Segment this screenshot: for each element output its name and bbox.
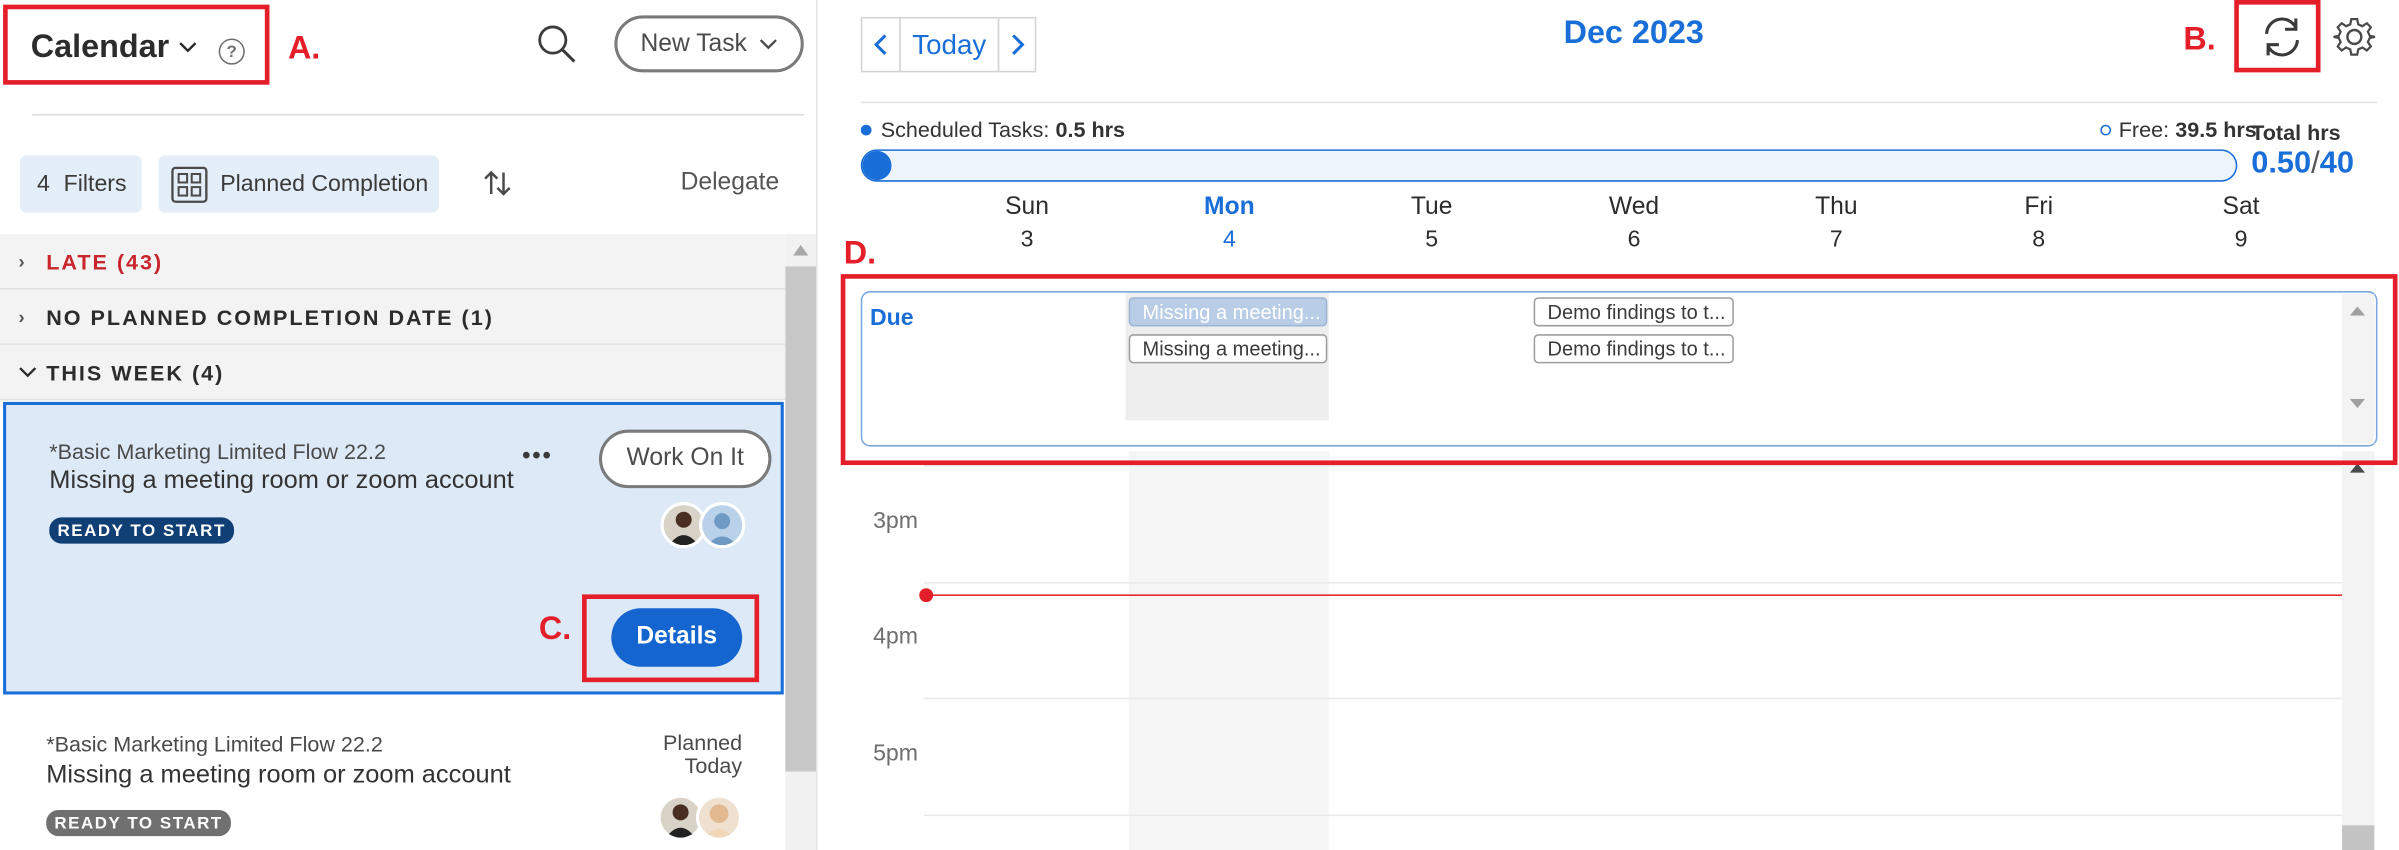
- hour-line: [923, 814, 2343, 817]
- planned-date: Planned Today: [619, 731, 742, 777]
- scheduled-tasks: Scheduled Tasks: 0.5 hrs: [860, 117, 1126, 142]
- previous-week-button[interactable]: [860, 16, 901, 73]
- group-this-week[interactable]: THIS WEEK (4): [0, 344, 786, 401]
- day-number[interactable]: 4: [1160, 226, 1299, 252]
- scheduled-label: Scheduled Tasks:: [880, 117, 1050, 142]
- day-name-mon: Mon: [1204, 194, 1255, 221]
- divider: [32, 113, 804, 116]
- divider: [860, 101, 2378, 104]
- group-label: LATE (43): [46, 248, 164, 274]
- grid-icon: [171, 165, 208, 203]
- day-name-tue: Tue: [1410, 194, 1453, 221]
- grid-scrollbar[interactable]: [2342, 451, 2375, 850]
- task-list-panel: Calendar ? New Task 4 Filters Planned Co…: [0, 0, 818, 850]
- filter-count: 4: [36, 170, 50, 198]
- day-number[interactable]: 5: [1362, 226, 1501, 252]
- day-name-thu: Thu: [1815, 194, 1858, 221]
- chevron-down-icon: [759, 38, 777, 49]
- day-number[interactable]: 6: [1565, 226, 1704, 252]
- annotation-box-d: [840, 274, 2398, 466]
- group-label: NO PLANNED COMPLETION DATE (1): [46, 304, 494, 329]
- gear-icon[interactable]: [2333, 15, 2376, 58]
- annotation-label-c: C.: [538, 611, 572, 647]
- hour-line: [923, 582, 2343, 584]
- capacity-bar-fill: [862, 150, 892, 181]
- chevron-right-icon: ›: [18, 250, 27, 272]
- scrollbar-thumb[interactable]: [2342, 825, 2375, 850]
- total-scheduled: 0.50: [2251, 146, 2312, 181]
- delegate-button[interactable]: Delegate: [681, 169, 780, 197]
- hour-label: 3pm: [873, 508, 919, 535]
- day-number[interactable]: 7: [1767, 226, 1906, 252]
- group-label: THIS WEEK (4): [46, 359, 225, 385]
- work-on-it-label: Work On It: [626, 445, 744, 472]
- day-number[interactable]: 3: [958, 226, 1097, 252]
- next-week-button[interactable]: [997, 16, 1037, 73]
- annotation-label-b: B.: [2183, 21, 2216, 57]
- planned-label: Planned: [663, 729, 743, 755]
- free-dot-icon: [2100, 123, 2112, 135]
- sort-icon[interactable]: [482, 168, 513, 199]
- total-separator: /: [2311, 146, 2320, 181]
- filters-button[interactable]: 4 Filters: [20, 155, 142, 213]
- task-project: *Basic Marketing Limited Flow 22.2: [46, 731, 383, 757]
- free-label: Free:: [2118, 117, 2170, 142]
- annotation-label-d: D.: [843, 235, 877, 272]
- annotation-box-c: [582, 594, 760, 683]
- month-title: Dec 2023: [1563, 15, 1704, 51]
- app-window: Calendar ? New Task 4 Filters Planned Co…: [0, 0, 2399, 850]
- filters-label: Filters: [63, 170, 127, 198]
- chevron-left-icon: [873, 34, 887, 55]
- list-scrollbar[interactable]: [785, 234, 817, 850]
- annotation-box-b: [2234, 0, 2321, 73]
- total-hours-label: Total hrs: [2251, 120, 2341, 145]
- scheduled-value: 0.5 hrs: [1055, 117, 1126, 142]
- day-number[interactable]: 9: [2172, 226, 2311, 252]
- planned-completion-button[interactable]: Planned Completion: [158, 155, 439, 213]
- task-name: Missing a meeting room or zoom account: [46, 760, 511, 789]
- scroll-up-icon[interactable]: [792, 243, 809, 256]
- task-project: *Basic Marketing Limited Flow 22.2: [49, 438, 386, 464]
- day-name-sat: Sat: [2222, 194, 2260, 221]
- day-name-sun: Sun: [1005, 194, 1049, 221]
- new-task-button[interactable]: New Task: [614, 15, 804, 73]
- chevron-right-icon: [1011, 34, 1024, 55]
- scheduled-dot-icon: [860, 123, 872, 135]
- free-hours: Free: 39.5 hrs: [2100, 117, 2257, 142]
- day-name-fri: Fri: [2024, 194, 2054, 221]
- task-card[interactable]: *Basic Marketing Limited Flow 22.2 Missi…: [3, 700, 784, 850]
- chevron-down-icon: [19, 366, 37, 377]
- total-hours-value: 0.50/40: [2251, 146, 2354, 181]
- more-options-icon[interactable]: •••: [522, 443, 553, 471]
- group-late[interactable]: › LATE (43): [0, 234, 786, 290]
- day-number[interactable]: 8: [1969, 226, 2108, 252]
- avatar: [699, 502, 746, 549]
- hour-line: [923, 697, 2343, 700]
- today-button[interactable]: Today: [899, 16, 1000, 73]
- free-value: 39.5 hrs: [2175, 117, 2257, 142]
- search-icon[interactable]: [536, 23, 579, 66]
- scrollbar-thumb[interactable]: [785, 266, 817, 772]
- hour-label: 4pm: [873, 623, 919, 650]
- annotation-box-a: [3, 4, 270, 85]
- annotation-label-a: A.: [287, 30, 321, 67]
- task-name: Missing a meeting room or zoom account: [49, 466, 514, 495]
- planned-completion-label: Planned Completion: [220, 170, 429, 198]
- total-capacity: 40: [2319, 146, 2354, 181]
- chevron-right-icon: ›: [18, 305, 27, 328]
- avatar: [695, 794, 743, 841]
- capacity-bar: [860, 149, 2238, 182]
- group-no-planned-date[interactable]: › NO PLANNED COMPLETION DATE (1): [0, 289, 786, 345]
- work-on-it-button[interactable]: Work On It: [598, 429, 772, 489]
- today-column-highlight: [1128, 451, 1329, 850]
- hour-label: 5pm: [873, 740, 919, 767]
- today-label: Today: [912, 28, 987, 60]
- hour-line: [923, 465, 2343, 467]
- day-name-wed: Wed: [1608, 194, 1660, 221]
- new-task-label: New Task: [640, 30, 747, 57]
- status-badge: READY TO START: [49, 517, 235, 544]
- status-badge: READY TO START: [46, 809, 231, 837]
- current-time-line: [926, 594, 2343, 596]
- planned-value: Today: [684, 753, 743, 778]
